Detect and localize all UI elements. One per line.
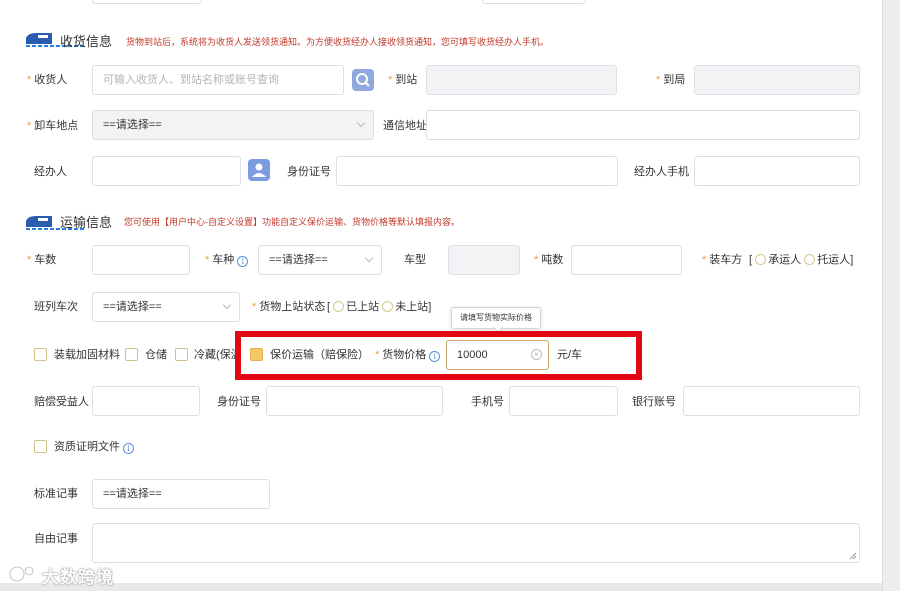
storage-checkbox[interactable]	[125, 348, 138, 361]
car-type-label: * 车种 i	[205, 253, 249, 267]
loader-label: * 装车方	[702, 254, 743, 266]
watermark: 大数跨境	[42, 568, 114, 587]
watermark-logo-icon	[8, 565, 34, 583]
address-input[interactable]	[426, 110, 860, 140]
bank-input[interactable]	[683, 386, 860, 416]
reinforce-checkbox[interactable]	[34, 348, 47, 361]
radio-shipper[interactable]	[804, 254, 816, 265]
unload-label: * 卸车地点	[27, 120, 79, 132]
free-record-textarea[interactable]	[92, 523, 860, 563]
storage-label: 仓储	[145, 349, 167, 361]
std-record-select[interactable]: ==请选择==	[92, 479, 270, 509]
station-label: * 到站	[388, 74, 418, 86]
receiver-section-title: 收货信息	[60, 34, 113, 49]
car-model-input[interactable]	[448, 245, 520, 275]
beneficiary-input[interactable]	[92, 386, 200, 416]
bureau-input[interactable]	[694, 65, 860, 95]
std-record-label: 标准记事	[34, 488, 78, 500]
cert-checkbox[interactable]	[34, 440, 47, 453]
scrollbar-track[interactable]	[882, 0, 900, 591]
agent-id-label: 身份证号	[287, 166, 331, 178]
reinforce-label: 装载加固材料	[54, 349, 120, 361]
free-record-label: 自由记事	[34, 533, 78, 545]
goods-status-label: * 货物上站状态	[252, 301, 326, 313]
beneficiary-id-input[interactable]	[266, 386, 443, 416]
car-count-input[interactable]	[92, 245, 190, 275]
bottom-edge	[0, 583, 882, 591]
transport-section-title: 运输信息	[60, 215, 113, 230]
beneficiary-label: 赔偿受益人	[34, 396, 89, 408]
info-icon[interactable]: i	[237, 256, 249, 267]
cold-checkbox[interactable]	[175, 348, 188, 361]
train-label: 班列车次	[34, 301, 78, 313]
info-icon[interactable]: i	[123, 443, 134, 454]
receiver-label: * 收货人	[27, 74, 68, 86]
receiver-search-input[interactable]: 可输入收货人、到站名称或账号查询	[92, 65, 344, 95]
agent-id-input[interactable]	[336, 156, 618, 186]
cert-label: 资质证明文件 i	[54, 440, 134, 454]
phone-label: 手机号	[471, 396, 504, 408]
radio-not-arrived[interactable]	[382, 301, 394, 312]
tonnage-input[interactable]	[571, 245, 682, 275]
user-icon	[252, 163, 266, 177]
resize-handle-icon[interactable]	[849, 552, 857, 560]
prev-input-1[interactable]	[92, 0, 202, 4]
tonnage-label: * 吨数	[534, 254, 564, 266]
car-model-label: 车型	[404, 254, 426, 266]
agent-input[interactable]	[92, 156, 241, 186]
car-type-select[interactable]: ==请选择==	[258, 245, 382, 275]
user-button[interactable]	[248, 159, 270, 181]
unload-select[interactable]: ==请选择==	[92, 110, 374, 140]
agent-label: 经办人	[34, 166, 67, 178]
chevron-down-icon	[356, 118, 366, 128]
search-icon	[356, 73, 370, 87]
transport-section-note: 您可使用【用户中心-自定义设置】功能自定义保价运输、货物价格等默认填报内容。	[124, 217, 460, 227]
receiver-section-note: 货物到站后，系统将为收货人发送领货通知。为方便收货经办人接收领货通知，您可填写收…	[126, 37, 550, 47]
search-button[interactable]	[352, 69, 374, 91]
phone-input[interactable]	[509, 386, 618, 416]
train-select[interactable]: ==请选择==	[92, 292, 240, 322]
radio-carrier[interactable]	[755, 254, 767, 265]
loader-radio-group: [ 承运人 托运人]	[749, 254, 854, 266]
agent-phone-label: 经办人手机	[634, 166, 689, 178]
chevron-down-icon	[222, 300, 232, 310]
bank-label: 银行账号	[632, 396, 676, 408]
agent-phone-input[interactable]	[694, 156, 860, 186]
station-input[interactable]	[426, 65, 617, 95]
beneficiary-id-label: 身份证号	[217, 396, 261, 408]
car-count-label: * 车数	[27, 254, 57, 266]
radio-arrived[interactable]	[333, 301, 345, 312]
highlight-frame	[235, 331, 642, 380]
status-radio-group: [ 已上站 未上站]	[327, 301, 432, 313]
prev-input-2[interactable]	[482, 0, 586, 4]
address-label: 通信地址	[383, 120, 427, 132]
chevron-down-icon	[364, 253, 374, 263]
bureau-label: * 到局	[656, 74, 686, 86]
